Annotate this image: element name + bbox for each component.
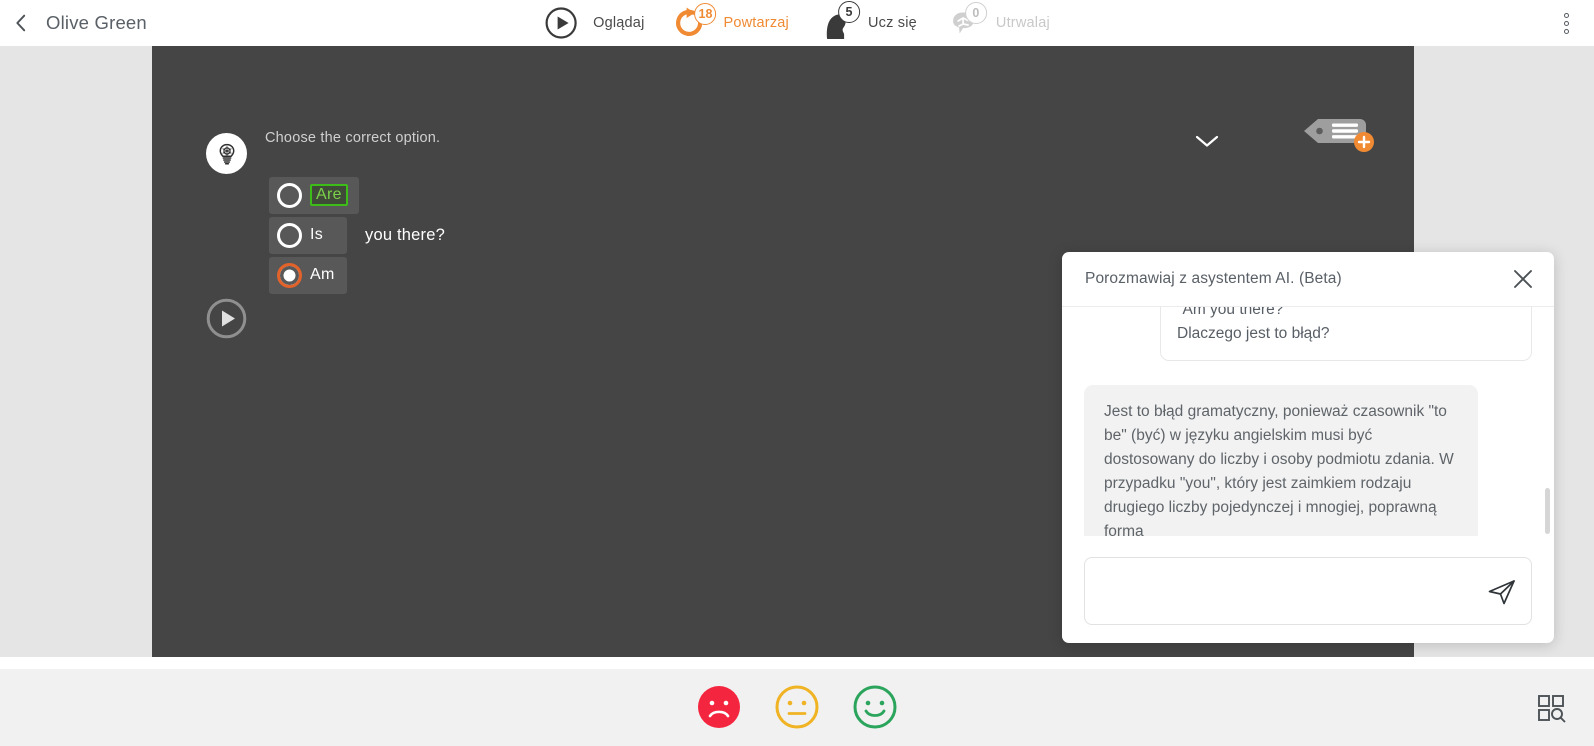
send-paper-plane-icon[interactable] bbox=[1485, 576, 1519, 608]
nav-tabs: Oglądaj 18 Powtarzaj 5 Ucz się 0 Utrwala… bbox=[544, 0, 1050, 46]
head-profile-icon: 5 bbox=[819, 1, 860, 41]
sentence-tail: you there? bbox=[365, 225, 445, 244]
exercise-prompt: Choose the correct option. bbox=[265, 130, 441, 146]
tab-label: Powtarzaj bbox=[723, 15, 789, 31]
options-list: Are Is you there? Am bbox=[269, 176, 445, 296]
tag-add-icon[interactable] bbox=[1298, 108, 1378, 154]
close-icon[interactable] bbox=[1512, 268, 1534, 290]
ai-panel-title: Porozmawiaj z asystentem AI. (Beta) bbox=[1085, 270, 1342, 287]
chat-message-assistant: Jest to błąd gramatyczny, ponieważ czaso… bbox=[1084, 385, 1478, 536]
chat-input[interactable] bbox=[1085, 558, 1531, 624]
option-label: Am bbox=[310, 266, 335, 283]
face-neutral-button[interactable] bbox=[773, 683, 821, 731]
option-row: Am bbox=[269, 256, 445, 294]
option-am[interactable]: Am bbox=[269, 256, 347, 294]
face-sad-button[interactable] bbox=[695, 683, 743, 731]
badge-value: 0 bbox=[972, 6, 980, 20]
tab-label: Oglądaj bbox=[593, 15, 645, 31]
option-are[interactable]: Are bbox=[269, 176, 359, 214]
play-circle-outline-icon[interactable] bbox=[206, 298, 247, 339]
tab-utrwalaj[interactable]: 0 Utrwalaj bbox=[947, 2, 1050, 41]
feedback-faces bbox=[695, 683, 899, 731]
tab-label: Utrwalaj bbox=[995, 15, 1050, 31]
kebab-dot bbox=[1563, 28, 1569, 34]
badge-value: 18 bbox=[698, 7, 713, 21]
radio-button[interactable] bbox=[277, 262, 302, 288]
tab-label: Ucz się bbox=[867, 15, 917, 31]
chat-input-container bbox=[1084, 557, 1532, 625]
divider bbox=[0, 657, 1594, 669]
brain-speech-icon: 0 bbox=[947, 2, 987, 41]
chevron-left-icon bbox=[16, 14, 26, 32]
top-bar: Olive Green Oglądaj 18 Powtarzaj 5 Ucz s… bbox=[0, 0, 1594, 46]
option-label: Are bbox=[310, 183, 348, 207]
lightbulb-icon bbox=[206, 133, 247, 174]
option-row: Is you there? bbox=[269, 216, 445, 254]
chat-message-user: "Am you there?" Dlaczego jest to błąd? bbox=[1160, 306, 1532, 361]
kebab-dot bbox=[1563, 20, 1569, 26]
ai-message-list[interactable]: "Am you there?" Dlaczego jest to błąd? J… bbox=[1062, 306, 1554, 536]
option-label: Is bbox=[310, 226, 324, 243]
option-is[interactable]: Is bbox=[269, 216, 347, 254]
chat-scrollbar[interactable] bbox=[1545, 488, 1550, 534]
chat-message-line: Dlaczego jest to błąd? bbox=[1177, 325, 1330, 342]
grid-search-icon[interactable] bbox=[1532, 689, 1570, 727]
radio-button[interactable] bbox=[277, 182, 302, 208]
ai-panel-header: Porozmawiaj z asystentem AI. (Beta) bbox=[1062, 252, 1554, 306]
option-row: Are bbox=[269, 176, 445, 214]
app-root: Olive Green Oglądaj 18 Powtarzaj 5 Ucz s… bbox=[0, 0, 1594, 746]
badge-value: 5 bbox=[845, 5, 853, 19]
kebab-menu-icon[interactable] bbox=[1554, 0, 1578, 46]
face-happy-button[interactable] bbox=[851, 683, 899, 731]
badge-count: 0 bbox=[964, 2, 987, 24]
page-title: Olive Green bbox=[46, 12, 147, 33]
play-circle-icon bbox=[544, 5, 584, 41]
chat-message-line: "Am you there?" bbox=[1177, 306, 1289, 318]
badge-count: 5 bbox=[837, 1, 860, 23]
tab-powtarzaj[interactable]: 18 Powtarzaj bbox=[675, 3, 789, 41]
kebab-dot bbox=[1563, 12, 1569, 18]
footer-bar bbox=[0, 669, 1594, 746]
tab-ucz-sie[interactable]: 5 Ucz się bbox=[819, 1, 917, 41]
ai-assistant-panel: Porozmawiaj z asystentem AI. (Beta) "Am … bbox=[1062, 252, 1554, 643]
back-navigation[interactable]: Olive Green bbox=[10, 0, 147, 46]
ai-input-area bbox=[1062, 539, 1554, 643]
tab-ogladaj[interactable]: Oglądaj bbox=[544, 5, 644, 41]
chat-message-text: Jest to błąd gramatyczny, ponieważ czaso… bbox=[1104, 403, 1454, 536]
chevron-down-icon[interactable] bbox=[1190, 126, 1224, 156]
radio-button[interactable] bbox=[277, 222, 302, 248]
repeat-circle-icon: 18 bbox=[675, 3, 717, 41]
